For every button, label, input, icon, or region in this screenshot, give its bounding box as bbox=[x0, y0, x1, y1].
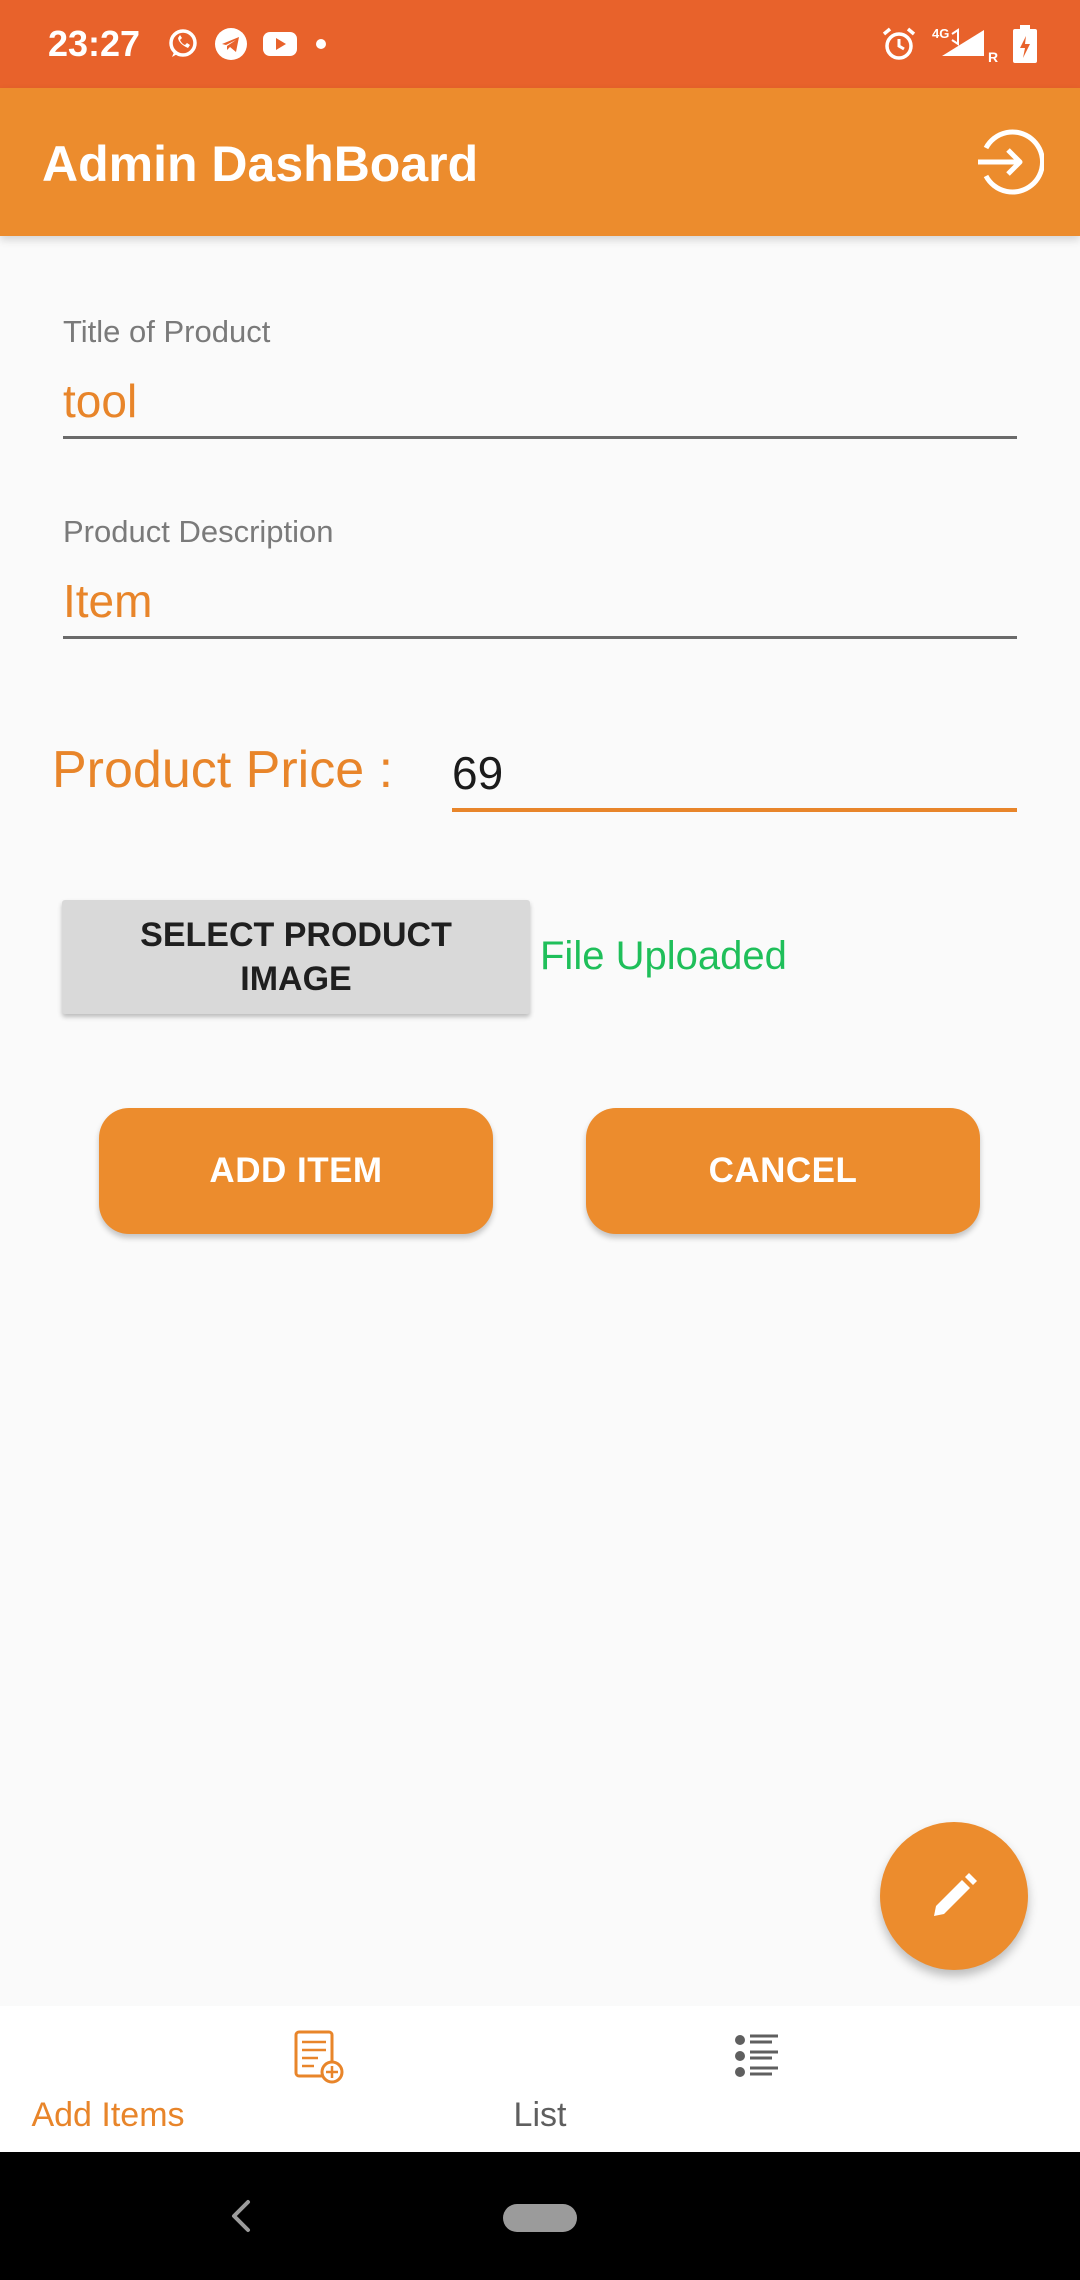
description-field-label: Product Description bbox=[63, 514, 334, 549]
cancel-button[interactable]: CANCEL bbox=[586, 1108, 980, 1234]
add-item-label: ADD ITEM bbox=[209, 1151, 383, 1190]
system-icons: 4G R bbox=[880, 24, 1038, 64]
whatsapp-icon bbox=[169, 29, 197, 57]
pencil-icon bbox=[934, 1873, 977, 1916]
title-field-input[interactable]: tool bbox=[63, 374, 137, 428]
description-field-underline bbox=[63, 636, 1017, 639]
app-bar: Admin DashBoard bbox=[0, 88, 1080, 236]
price-label: Product Price : bbox=[52, 741, 394, 799]
logout-icon bbox=[978, 129, 1045, 195]
4g-signal-icon: 4G R bbox=[932, 26, 998, 64]
battery-charging-icon bbox=[1013, 25, 1037, 63]
title-field-label: Title of Product bbox=[63, 314, 271, 349]
edit-fab[interactable] bbox=[880, 1822, 1028, 1970]
alarm-icon bbox=[882, 27, 916, 60]
add-items-icon bbox=[294, 2030, 344, 2084]
roaming-label: R bbox=[988, 49, 998, 64]
logout-button[interactable] bbox=[972, 126, 1045, 198]
description-field-input[interactable]: Item bbox=[63, 574, 152, 628]
title-field-underline bbox=[63, 436, 1017, 439]
bottom-navigation: Add Items List bbox=[0, 2006, 1080, 2152]
select-product-image-button[interactable]: SELECT PRODUCT IMAGE bbox=[62, 900, 530, 1014]
select-product-image-label: SELECT PRODUCT IMAGE bbox=[140, 916, 452, 998]
home-button[interactable] bbox=[503, 2204, 577, 2232]
add-item-button[interactable]: ADD ITEM bbox=[99, 1108, 493, 1234]
telegram-icon bbox=[215, 28, 247, 60]
upload-status: File Uploaded bbox=[540, 934, 787, 978]
dot-icon bbox=[316, 39, 326, 49]
nav-label-list: List bbox=[513, 2096, 567, 2134]
status-bar: 23:27 4G R bbox=[0, 0, 1080, 88]
price-underline bbox=[452, 808, 1017, 812]
status-time: 23:27 bbox=[48, 23, 141, 64]
back-icon[interactable] bbox=[226, 2196, 256, 2236]
nav-item-list[interactable]: List bbox=[488, 2006, 1028, 2152]
notification-icons bbox=[166, 26, 330, 62]
price-input[interactable]: 69 bbox=[452, 746, 503, 800]
list-icon bbox=[735, 2034, 778, 2077]
network-label: 4G bbox=[932, 26, 949, 41]
youtube-icon bbox=[263, 32, 297, 56]
cancel-label: CANCEL bbox=[708, 1151, 858, 1190]
app-title: Admin DashBoard bbox=[42, 136, 479, 192]
